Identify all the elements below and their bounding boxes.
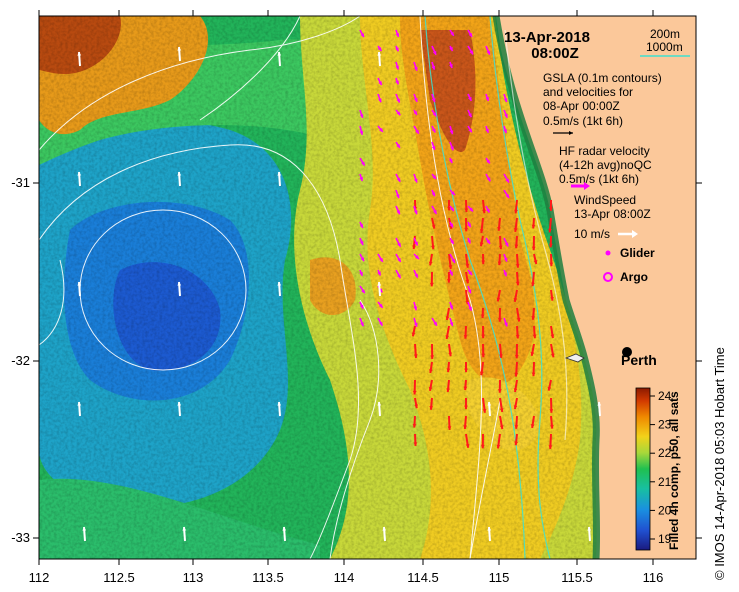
- sst-map: 112 112.5 113 113.5 114 114.5 115 115.5 116 -31 -…: [11, 10, 702, 585]
- svg-text:WindSpeed: WindSpeed: [574, 193, 636, 207]
- y-tick-label: -31: [11, 175, 30, 190]
- x-tick-label: 115.5: [561, 570, 593, 585]
- perth-label: Perth: [621, 352, 657, 368]
- svg-text:(4-12h avg)noQC: (4-12h avg)noQC: [559, 158, 652, 172]
- x-tick-label: 113: [183, 570, 204, 585]
- svg-text:and velocities for: and velocities for: [543, 85, 633, 99]
- svg-text:0.5m/s (1kt 6h): 0.5m/s (1kt 6h): [543, 114, 623, 128]
- glider-label: Glider: [620, 246, 655, 260]
- svg-text:GSLA (0.1m contours): GSLA (0.1m contours): [543, 71, 662, 85]
- svg-text:13-Apr 08:00Z: 13-Apr 08:00Z: [574, 207, 651, 221]
- colorbar: [635, 387, 651, 551]
- x-tick-label: 114: [334, 570, 355, 585]
- x-tick-label: 113.5: [252, 570, 284, 585]
- svg-text:10 m/s: 10 m/s: [574, 227, 610, 241]
- x-tick-label: 112: [29, 570, 50, 585]
- svg-text:0.5m/s (1kt 6h): 0.5m/s (1kt 6h): [559, 172, 639, 186]
- colorbar-title: Filled 4h comp, p50, all sats: [667, 391, 681, 550]
- x-tick-label: 115: [489, 570, 510, 585]
- time-title: 08:00Z: [531, 45, 579, 62]
- glider-marker: [605, 250, 611, 256]
- depth-1000-label: 1000m: [646, 40, 683, 54]
- depth-200-label: 200m: [650, 27, 680, 41]
- hf-legend: HF radar velocity (4-12h avg)noQC 0.5m/s…: [559, 144, 652, 186]
- svg-text:HF radar velocity: HF radar velocity: [559, 144, 650, 158]
- credit-label: © IMOS 14-Apr-2018 05:03 Hobart Time: [712, 347, 727, 580]
- x-tick-label: 114.5: [407, 570, 439, 585]
- y-tick-label: -32: [11, 353, 30, 368]
- argo-label: Argo: [620, 270, 648, 284]
- x-tick-label: 116: [643, 570, 664, 585]
- y-tick-label: -33: [11, 530, 30, 545]
- svg-text:08-Apr 00:00Z: 08-Apr 00:00Z: [543, 99, 620, 113]
- x-tick-label: 112.5: [103, 570, 135, 585]
- date-title: 13-Apr-2018: [504, 29, 590, 46]
